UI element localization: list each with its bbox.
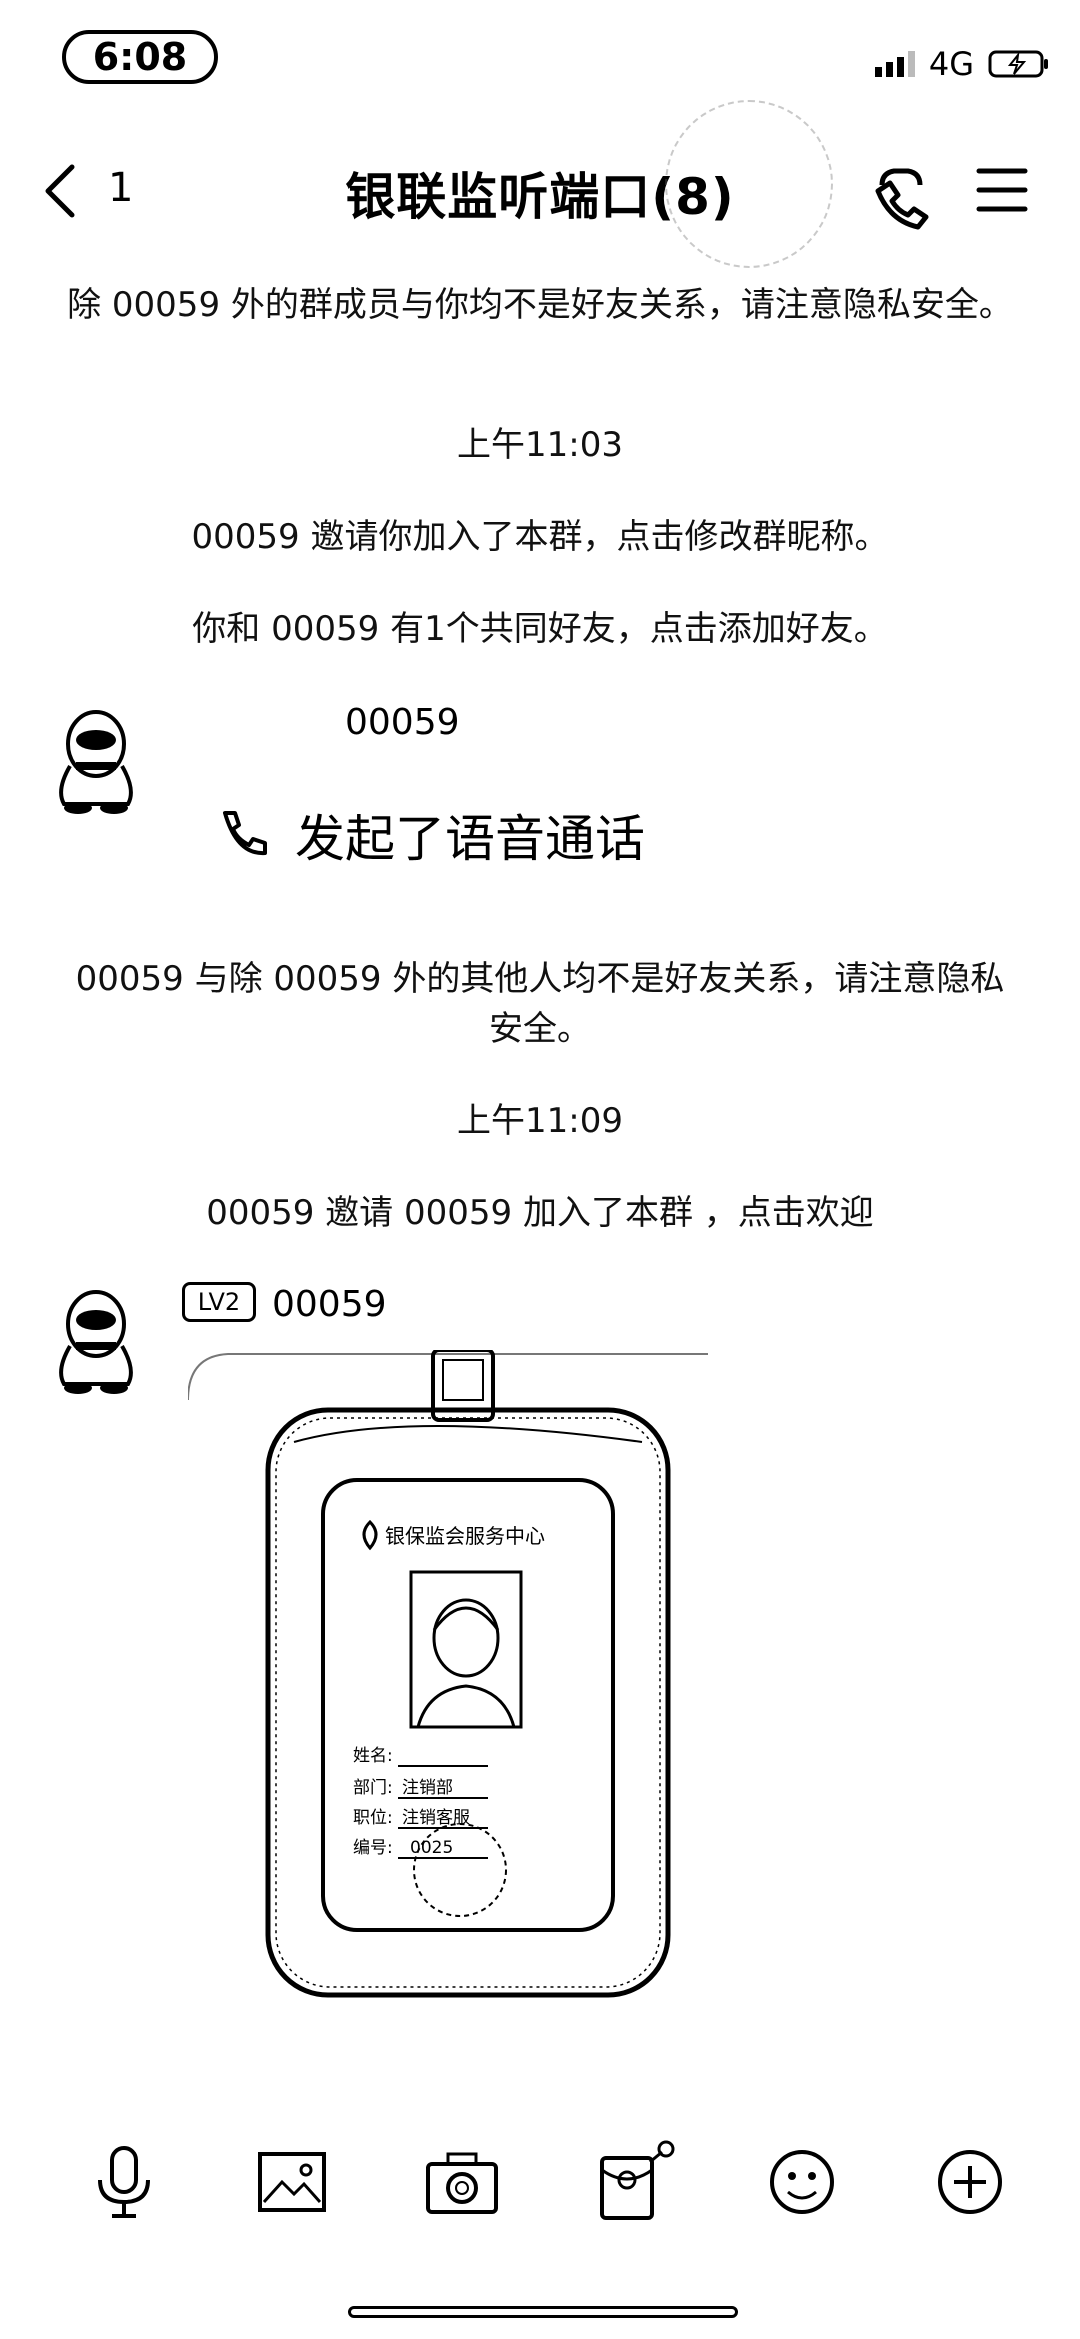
svg-text:0025: 0025 <box>410 1838 453 1858</box>
sender-name: 00059 <box>345 702 460 743</box>
avatar[interactable] <box>48 706 144 818</box>
badge-org: 银保监会服务中心 <box>385 1524 545 1548</box>
screenshot-artifact-circle <box>665 100 833 268</box>
image-icon[interactable] <box>250 2140 334 2224</box>
system-message-link[interactable]: 00059 邀请你加入了本群，点击修改群昵称。 <box>60 512 1020 562</box>
svg-text:编号:: 编号: <box>353 1838 393 1858</box>
avatar[interactable] <box>48 1286 144 1398</box>
network-type: 4G <box>928 45 974 83</box>
timestamp: 上午11:03 <box>457 425 623 465</box>
timestamp: 上午11:09 <box>457 1101 623 1141</box>
red-packet-icon[interactable] <box>592 2140 676 2224</box>
svg-text:部门:: 部门: <box>353 1778 393 1798</box>
svg-text:注销部: 注销部 <box>402 1778 453 1798</box>
system-message: 00059 与除 00059 外的其他人均不是好友关系，请注意隐私安全。 <box>75 959 1005 1049</box>
svg-text:职位:: 职位: <box>353 1808 393 1828</box>
camera-icon[interactable] <box>420 2140 504 2224</box>
status-indicators: 4G <box>874 44 1050 84</box>
call-text: 发起了语音通话 <box>295 810 645 868</box>
svg-text:姓名:: 姓名: <box>353 1746 393 1766</box>
emoji-icon[interactable] <box>760 2140 844 2224</box>
phone-icon <box>223 811 267 856</box>
voice-call-message[interactable]: 发起了语音通话 <box>215 800 645 870</box>
menu-icon[interactable] <box>975 163 1029 217</box>
group-call-button[interactable] <box>862 155 942 235</box>
nav-bar: 1 银联监听端口(8) <box>0 100 1080 268</box>
level-badge: LV2 <box>182 1282 256 1322</box>
system-message: 除 00059 外的群成员与你均不是好友关系，请注意隐私安全。 <box>67 285 1013 325</box>
status-time: 6:08 <box>62 30 218 84</box>
chat-screen: 6:08 4G 1 银联监听端口(8) 除 00059 外的群成员与你均不是好友… <box>0 0 1080 2339</box>
battery-icon <box>988 50 1048 78</box>
image-message[interactable]: 银保监会服务中心 姓名: 部门: 注销部 职位: 注销客服 编号: 0025 <box>188 1350 788 2010</box>
plus-icon[interactable] <box>928 2140 1012 2224</box>
signal-icon <box>874 51 915 77</box>
home-indicator[interactable] <box>348 2306 738 2318</box>
system-message-link[interactable]: 00059 邀请 00059 加入了本群 ，点击欢迎 <box>60 1188 1020 1238</box>
sender-name: 00059 <box>272 1284 387 1325</box>
microphone-icon[interactable] <box>82 2140 166 2224</box>
system-message-link[interactable]: 你和 00059 有1个共同好友，点击添加好友。 <box>60 604 1020 654</box>
